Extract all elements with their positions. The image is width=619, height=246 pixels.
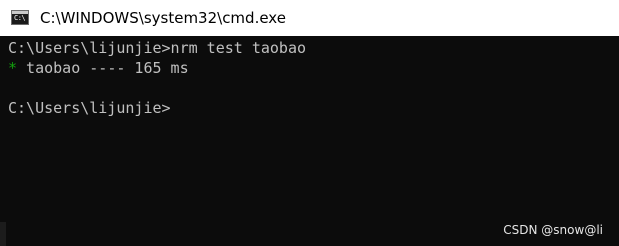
- csdn-watermark: CSDN @snow@li: [503, 223, 603, 237]
- window-title: C:\WINDOWS\system32\cmd.exe: [40, 9, 286, 27]
- cmd-icon[interactable]: C:\: [11, 10, 29, 25]
- console-line-result: * taobao ---- 165 ms: [8, 58, 189, 78]
- result-marker: *: [8, 59, 18, 77]
- result-text: taobao ---- 165 ms: [17, 59, 189, 77]
- console-output[interactable]: C:\Users\lijunjie>nrm test taobao * taob…: [0, 36, 619, 246]
- cmd-icon-glyph: C:\: [14, 14, 26, 22]
- cmd-window: C:\ C:\WINDOWS\system32\cmd.exe C:\Users…: [0, 0, 619, 246]
- console-line-prompt: C:\Users\lijunjie>: [8, 99, 171, 117]
- title-bar[interactable]: C:\ C:\WINDOWS\system32\cmd.exe: [0, 0, 619, 36]
- console-line-command: C:\Users\lijunjie>nrm test taobao: [8, 39, 307, 57]
- left-edge-artifact: [0, 222, 6, 246]
